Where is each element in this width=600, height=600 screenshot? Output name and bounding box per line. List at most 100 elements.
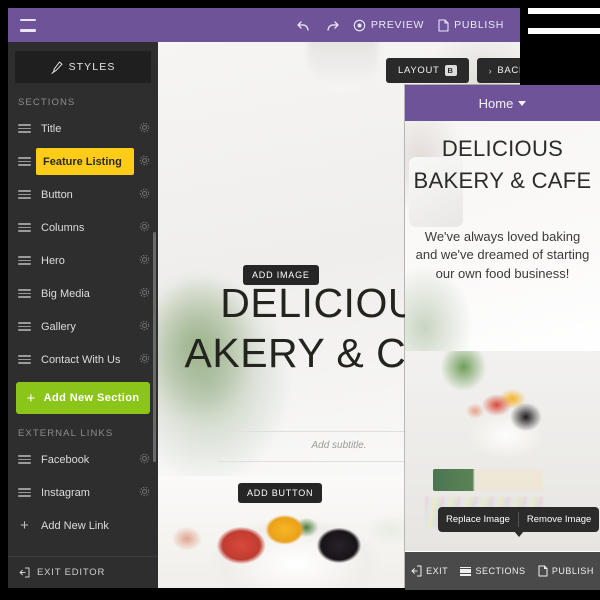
sidebar-item-label: Gallery <box>41 320 76 333</box>
chevron-right-icon: › <box>488 65 493 76</box>
drag-handle-icon[interactable] <box>18 223 31 232</box>
publish-button[interactable]: PUBLISH <box>438 18 504 32</box>
add-image-button[interactable]: ADD IMAGE <box>243 265 319 285</box>
left-sidebar: STYLES SECTIONS Title Feature Listing Bu… <box>8 42 158 588</box>
brush-icon <box>51 61 63 74</box>
gear-icon[interactable] <box>139 285 150 303</box>
eye-icon <box>353 19 366 31</box>
gear-icon[interactable] <box>139 484 150 502</box>
document-icon <box>538 565 548 577</box>
exit-icon <box>411 565 422 577</box>
tooltip-arrow-icon <box>513 531 524 537</box>
layout-button[interactable]: LAYOUT B <box>386 58 469 84</box>
sidebar-item-label: Big Media <box>41 287 90 300</box>
plus-icon: + <box>20 517 29 534</box>
sidebar-item-label: Contact With Us <box>41 353 121 366</box>
drag-handle-icon[interactable] <box>18 322 31 331</box>
preview-label: PREVIEW <box>370 19 425 31</box>
mobile-nav-title: Home <box>478 95 514 111</box>
mobile-preview: Home DELICIOUS BAKERY & CAFE We've alway… <box>405 85 600 590</box>
publish-label: PUBLISH <box>454 19 504 31</box>
drag-handle-icon[interactable] <box>18 157 31 166</box>
sidebar-scrollbar[interactable] <box>153 232 156 462</box>
redo-button[interactable] <box>325 19 339 32</box>
external-links-heading: EXTERNAL LINKS <box>18 428 114 439</box>
chevron-down-icon[interactable] <box>518 100 527 106</box>
add-new-link-label: Add New Link <box>41 519 109 532</box>
add-button-button[interactable]: ADD BUTTON <box>238 483 323 503</box>
drag-handle-icon[interactable] <box>18 289 31 298</box>
remove-image-button[interactable]: Remove Image <box>519 507 599 532</box>
add-new-section-button[interactable]: + Add New Section <box>16 382 150 414</box>
undo-button[interactable] <box>297 19 311 32</box>
layout-label: LAYOUT <box>398 65 440 77</box>
canvas-toolbar: LAYOUT B › BACKGROUND <box>386 58 520 84</box>
decor-lamp <box>308 42 378 92</box>
top-bar: PREVIEW PUBLISH <box>8 8 520 42</box>
mobile-body-text: We've always loved baking and we've drea… <box>415 229 590 281</box>
drag-handle-icon[interactable] <box>18 455 31 464</box>
sidebar-item-label: Feature Listing <box>43 155 122 168</box>
undo-arrow-icon <box>297 20 309 31</box>
sidebar-item-feature-listing[interactable]: Feature Listing <box>8 145 158 178</box>
drag-handle-icon[interactable] <box>18 488 31 497</box>
sidebar-item-button[interactable]: Button <box>8 178 158 211</box>
background-label: BACKGROUND <box>497 65 520 77</box>
sidebar-link-facebook[interactable]: Facebook <box>8 443 158 476</box>
sidebar-item-contact-with-us[interactable]: Contact With Us <box>8 343 158 376</box>
gear-icon[interactable] <box>139 219 150 237</box>
sections-heading: SECTIONS <box>18 97 76 108</box>
layout-shortcut-badge: B <box>444 65 457 77</box>
hamburger-icon[interactable] <box>20 18 36 32</box>
mobile-bottom-bar: EXIT SECTIONS PUBLISH <box>405 552 600 590</box>
drag-handle-icon[interactable] <box>18 190 31 199</box>
add-new-section-label: Add New Section <box>43 392 140 404</box>
replace-image-button[interactable]: Replace Image <box>438 507 518 532</box>
sidebar-item-big-media[interactable]: Big Media <box>8 277 158 310</box>
mobile-sections-button[interactable]: SECTIONS <box>460 566 525 576</box>
sidebar-item-label: Hero <box>41 254 65 267</box>
exit-icon <box>19 567 30 578</box>
plus-icon: + <box>26 389 36 407</box>
styles-button[interactable]: STYLES <box>15 51 151 83</box>
exit-editor-button[interactable]: EXIT EDITOR <box>8 556 158 588</box>
add-new-link-button[interactable]: + Add New Link <box>8 509 158 542</box>
styles-label: STYLES <box>68 61 116 73</box>
image-actions-tooltip: Replace Image Remove Image <box>438 507 600 537</box>
sidebar-item-label: Columns <box>41 221 85 234</box>
gear-icon[interactable] <box>139 120 150 138</box>
sidebar-item-gallery[interactable]: Gallery <box>8 310 158 343</box>
background-button[interactable]: › BACKGROUND <box>476 58 520 84</box>
mobile-publish-label: PUBLISH <box>551 566 594 576</box>
sidebar-link-label: Facebook <box>41 453 90 466</box>
mobile-heading-line-2: BAKERY & CAFE <box>413 167 592 193</box>
gear-icon[interactable] <box>139 451 150 469</box>
mobile-publish-button[interactable]: PUBLISH <box>538 565 594 577</box>
sidebar-link-instagram[interactable]: Instagram <box>8 476 158 509</box>
mobile-exit-label: EXIT <box>426 566 449 576</box>
mobile-exit-button[interactable]: EXIT <box>411 565 448 577</box>
mobile-heading-line-1: DELICIOUS <box>441 136 564 161</box>
mobile-nav-bar[interactable]: Home <box>405 85 600 121</box>
redo-arrow-icon <box>327 20 339 31</box>
preview-button[interactable]: PREVIEW <box>353 19 424 32</box>
stack-icon <box>460 566 472 576</box>
drag-handle-icon[interactable] <box>18 256 31 265</box>
sidebar-item-label: Title <box>41 122 62 135</box>
gear-icon[interactable] <box>139 351 150 369</box>
gear-icon[interactable] <box>139 318 150 336</box>
sidebar-item-columns[interactable]: Columns <box>8 211 158 244</box>
sidebar-item-label: Button <box>41 188 73 201</box>
gear-icon[interactable] <box>139 186 150 204</box>
sidebar-item-title[interactable]: Title <box>8 112 158 145</box>
document-icon <box>438 18 449 32</box>
backdrop-strip-2 <box>528 28 600 34</box>
gear-icon[interactable] <box>139 153 150 171</box>
sidebar-link-label: Instagram <box>41 486 90 499</box>
drag-handle-icon[interactable] <box>18 355 31 364</box>
sidebar-item-hero[interactable]: Hero <box>8 244 158 277</box>
exit-editor-label: EXIT EDITOR <box>37 567 106 578</box>
gear-icon[interactable] <box>139 252 150 270</box>
drag-handle-icon[interactable] <box>18 124 31 133</box>
mobile-heading: DELICIOUS BAKERY & CAFE <box>405 133 600 197</box>
